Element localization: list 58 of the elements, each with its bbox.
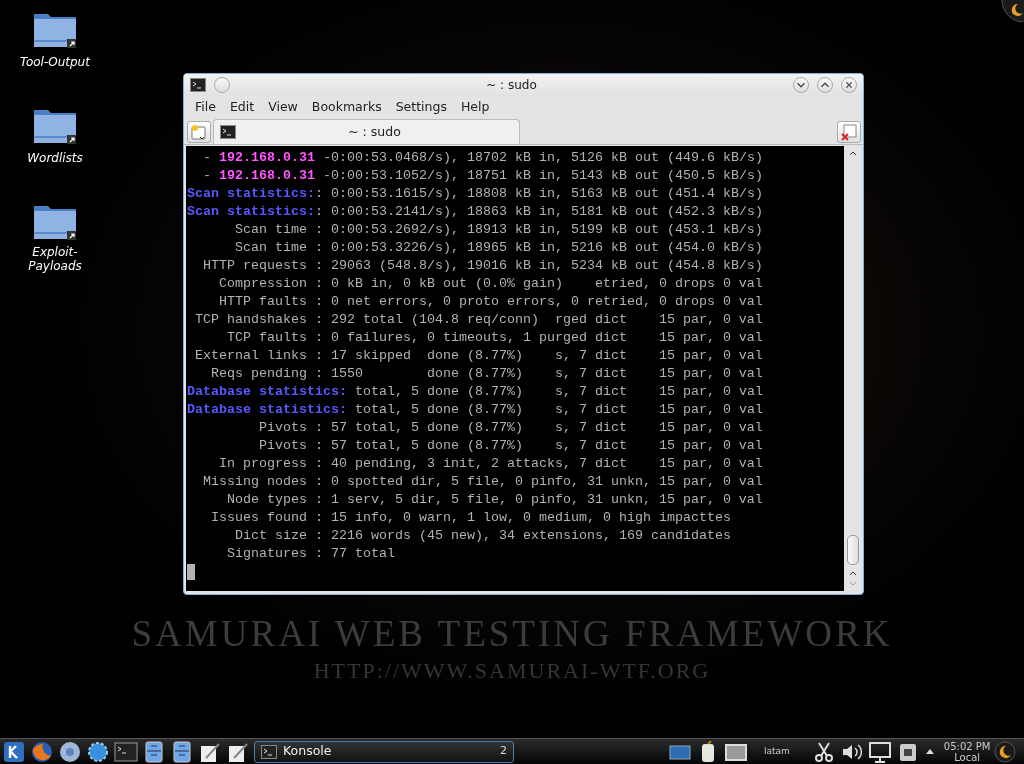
moon-icon <box>1000 0 1024 22</box>
terminal-line: Compression : 0 kB in, 0 kB out (0.0% gain) etried, 0 drops 0 val <box>218 275 764 293</box>
terminal-line: Issues found : 15 info, 0 warn, 1 low, 0 medium, 0 high impacttes <box>210 509 732 527</box>
terminal-line: Database statistics: total, 5 done (8.77%) s, 7 dict 15 par, 0 val <box>187 401 764 419</box>
terminal-line: Pivots : 57 total, 5 done (8.77%) s, 7 dict 15 par, 0 val <box>257 437 764 455</box>
file-cabinet-icon[interactable] <box>170 740 194 763</box>
terminal-line: Signatures : 77 total <box>226 545 396 563</box>
terminal-line: HTTP faults : 0 net errors, 0 proto errors, 0 retried, 0 drops 0 val <box>218 293 764 311</box>
clock[interactable]: 05:02 PM Local <box>943 740 991 763</box>
app-menu-icon[interactable] <box>2 740 26 763</box>
wallpaper-title: SAMURAI WEB TESTING FRAMEWORK <box>130 612 894 656</box>
terminal-line: TCP handshakes : 292 total (104.8 req/conn) rged dict 15 par, 0 val <box>194 311 764 329</box>
folder-label[interactable]: Exploit- Payloads <box>28 245 82 273</box>
gear-globe-icon[interactable] <box>86 740 110 763</box>
menu-item[interactable]: Settings <box>388 97 454 117</box>
terminal-icon <box>220 125 236 139</box>
terminal-line: External links : 17 skipped done (8.77%) s, 7 dict 15 par, 0 val <box>194 347 764 365</box>
globe-icon[interactable] <box>30 740 54 763</box>
terminal-line: Dict size : 2216 words (45 new), 34 extensions, 169 candidates <box>234 527 732 545</box>
moon-icon[interactable] <box>994 740 1017 763</box>
terminal-line: In progress : 40 pending, 3 init, 2 attacks, 7 dict 15 par, 0 val <box>218 455 764 473</box>
menu-item[interactable]: Edit <box>222 97 262 117</box>
terminal-line: Missing nodes : 0 spotted dir, 5 file, 0 pinfo, 31 unkn, 15 par, 0 val <box>202 473 764 491</box>
folder-label[interactable]: Tool-Output <box>20 55 90 69</box>
terminal-line: Reqs pending : 1550 done (8.77%) s, 7 dict 15 par, 0 val <box>210 365 764 383</box>
terminal-icon <box>261 744 277 759</box>
terminal-line: - 192.168.0.31 -0:00:53.1052/s), 18751 kB in, 5143 kB out (450.5 kB/s) <box>202 167 764 185</box>
terminal-line: Scan statistics:: 0:00:53.2141/s), 18863 kB in, 5181 kB out (452.3 kB/s) <box>187 203 764 221</box>
menu-item[interactable]: View <box>261 97 305 117</box>
close-button[interactable] <box>841 77 857 93</box>
terminal-line: Database statistics: total, 5 done (8.77%) s, 7 dict 15 par, 0 val <box>187 383 764 401</box>
close-tab-button[interactable] <box>837 121 861 143</box>
text-cursor <box>187 564 195 580</box>
terminal-tab[interactable]: ~ : sudo <box>213 119 520 144</box>
ring-icon[interactable] <box>58 740 82 763</box>
terminal-line: HTTP requests : 29063 (548.8/s), 19016 kB in, 5234 kB out (454.8 kB/s) <box>202 257 764 275</box>
maximize-button[interactable] <box>817 77 833 93</box>
terminal-line: Scan time : 0:00:53.3226/s), 18965 kB in, 5216 kB out (454.0 kB/s) <box>234 239 764 257</box>
terminal-line: Scan statistics:: 0:00:53.1615/s), 18808 kB in, 5163 kB out (451.4 kB/s) <box>187 185 764 203</box>
terminal-line: Node types : 1 serv, 5 dir, 5 file, 0 pinfo, 31 unkn, 15 par, 0 val <box>226 491 764 509</box>
folder-label[interactable]: Wordlists <box>27 151 83 165</box>
menu-item[interactable]: Bookmarks <box>304 97 389 117</box>
terminal-line: Pivots : 57 total, 5 done (8.77%) s, 7 dict 15 par, 0 val <box>257 419 764 437</box>
minimize-button[interactable] <box>793 77 809 93</box>
terminal-icon[interactable] <box>114 740 138 763</box>
terminal-line: Scan time : 0:00:53.2692/s), 18913 kB in, 5199 kB out (453.1 kB/s) <box>234 221 764 239</box>
monitor-icon[interactable] <box>867 740 892 763</box>
scrollbar-thumb[interactable] <box>846 535 859 565</box>
terminal-icon <box>190 78 206 92</box>
keyboard-layout[interactable]: latam <box>764 744 790 759</box>
terminal-line: - 192.168.0.31 -0:00:53.0468/s), 18702 kB in, 5126 kB out (449.6 kB/s) <box>202 149 764 167</box>
terminal-line: TCP faults : 0 failures, 0 timeouts, 1 purged dict 15 par, 0 val <box>226 329 764 347</box>
window-title: ~ : sudo <box>486 77 537 94</box>
scrollbar[interactable] <box>844 146 861 591</box>
file-cabinet-icon[interactable] <box>142 740 166 763</box>
taskbar-task[interactable]: Konsole 2 <box>254 740 514 763</box>
menu-item[interactable]: File <box>188 97 223 117</box>
menu-item[interactable]: Help <box>453 97 497 117</box>
